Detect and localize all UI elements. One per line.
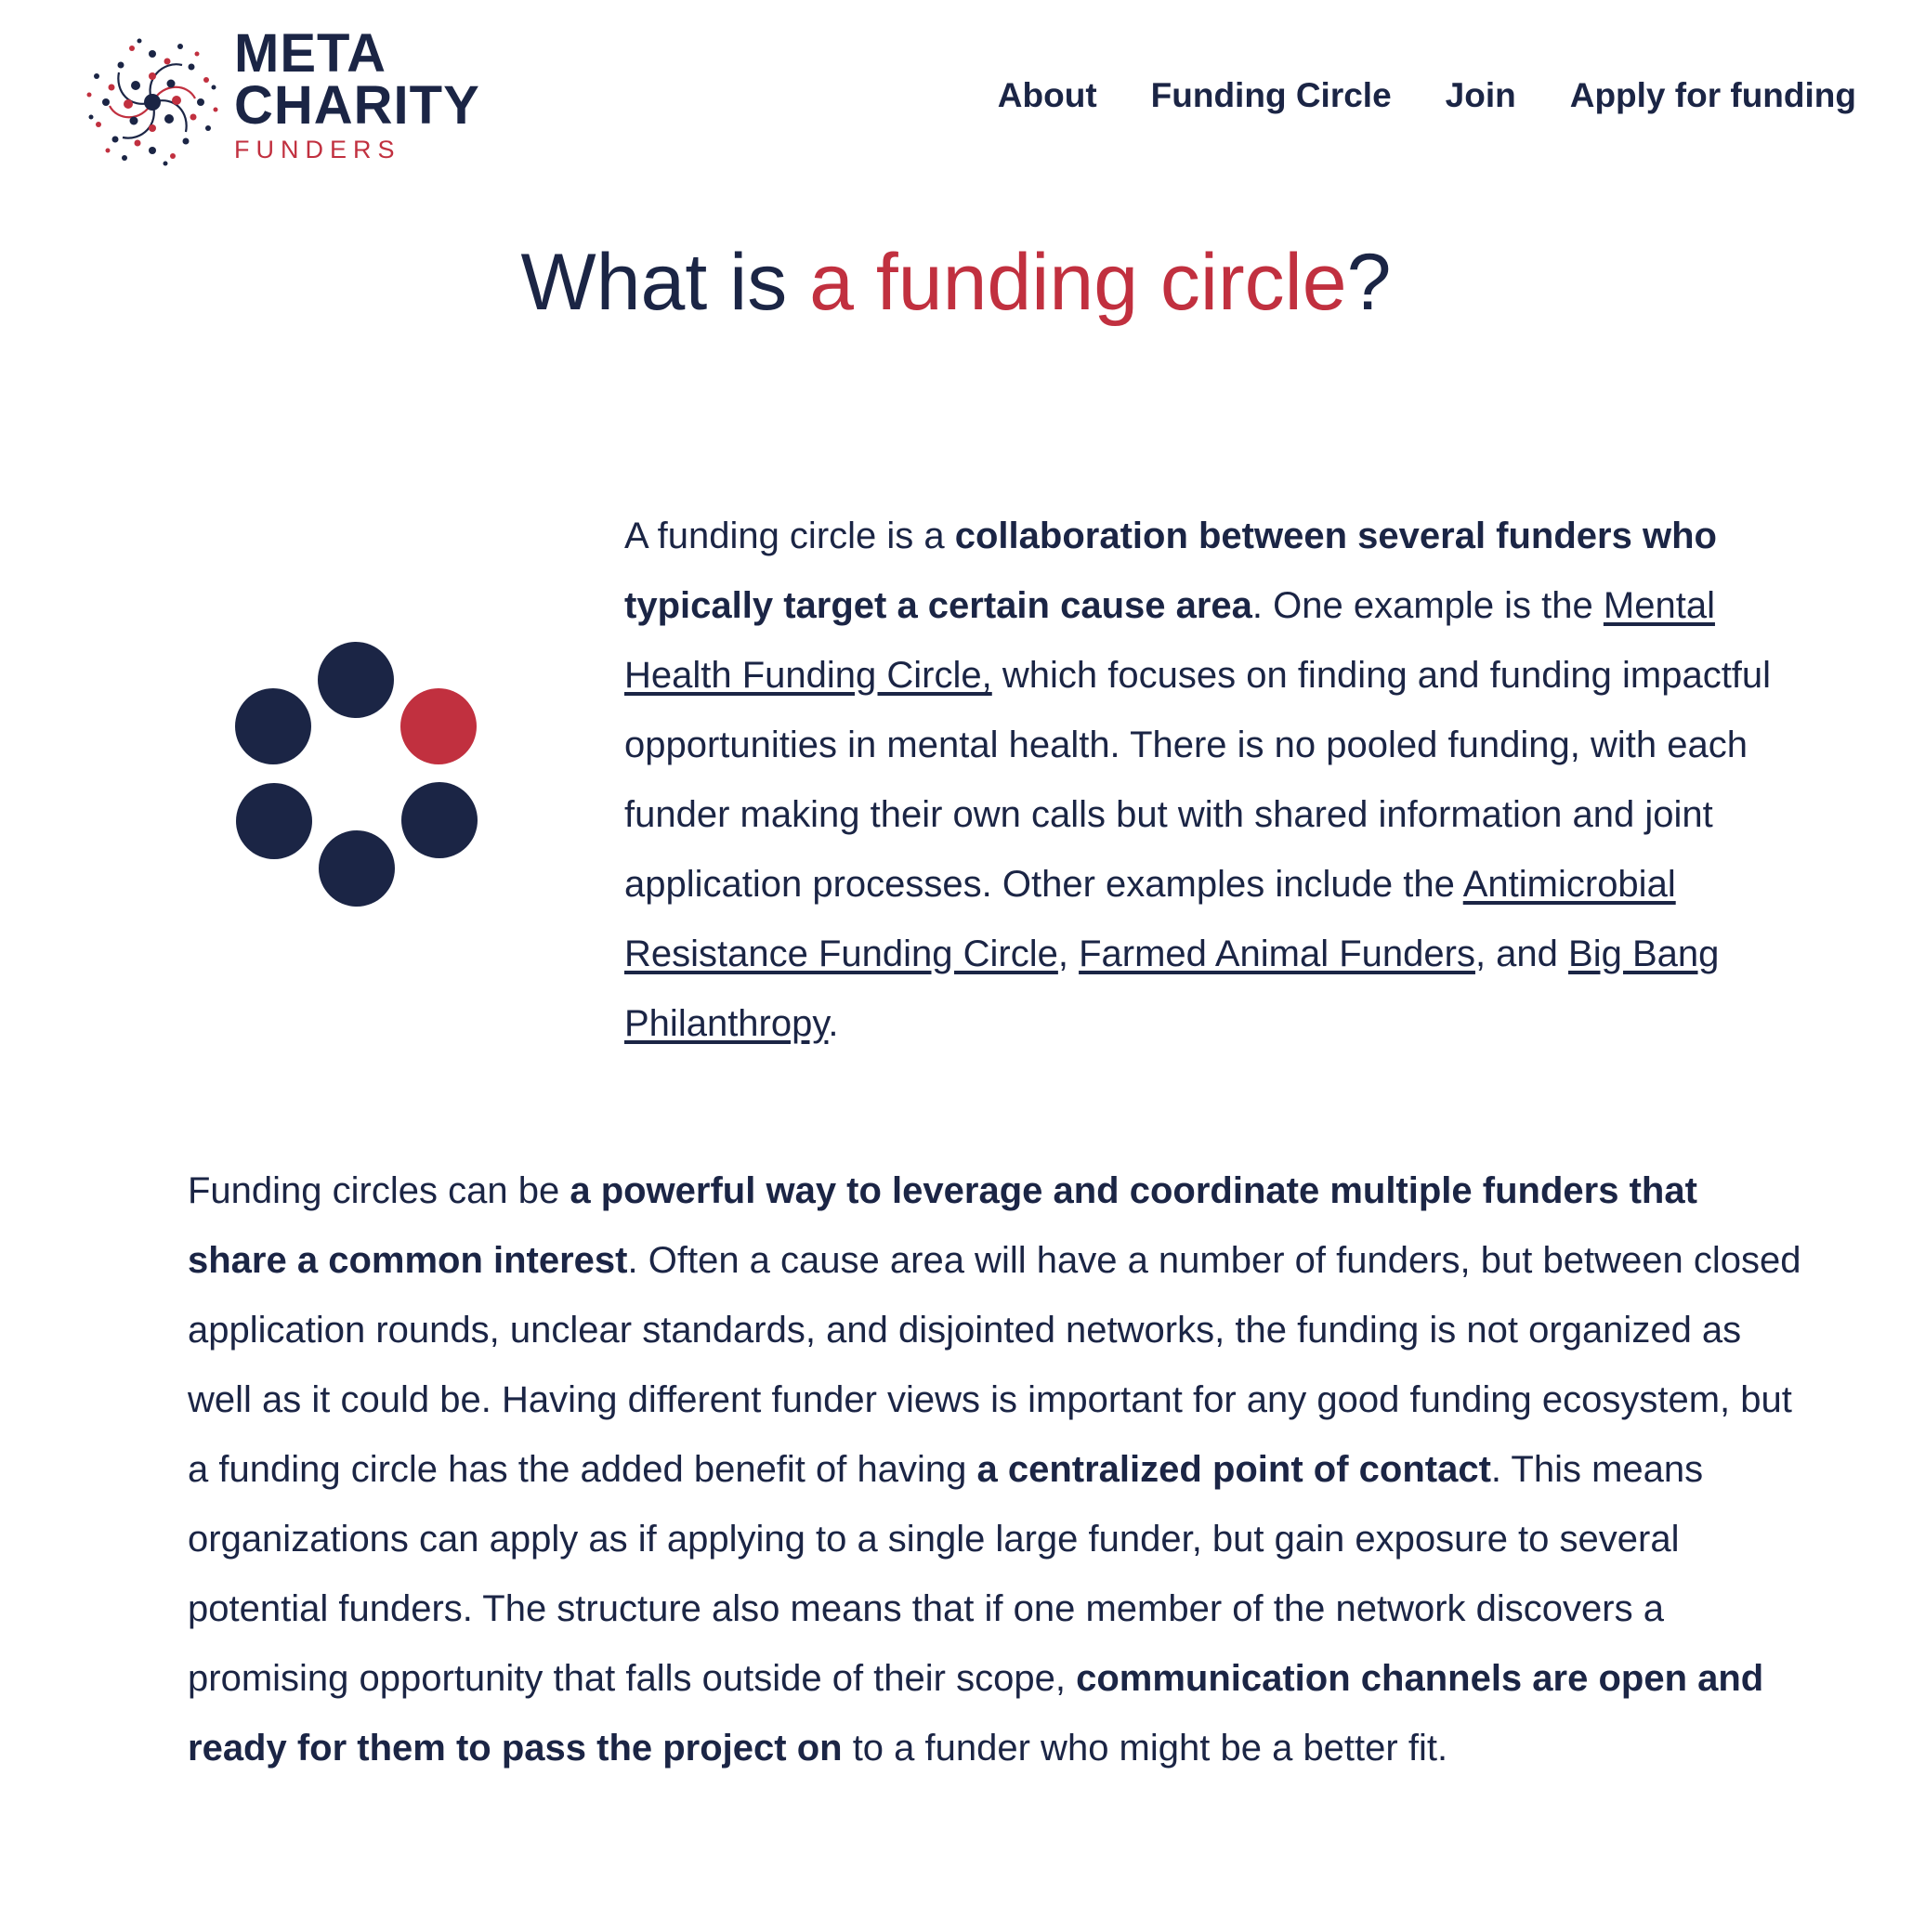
- page-title: What is a funding circle?: [0, 237, 1912, 329]
- intro-text-6: .: [828, 1003, 839, 1044]
- nav-funding-circle[interactable]: Funding Circle: [1151, 76, 1392, 115]
- benefits-paragraph: Funding circles can be a powerful way to…: [188, 1156, 1804, 1783]
- nav-apply-for-funding[interactable]: Apply for funding: [1570, 76, 1856, 115]
- nav-about[interactable]: About: [998, 76, 1097, 115]
- title-part1: What is: [520, 238, 810, 327]
- intro-text-2: . One example is the: [1251, 585, 1604, 626]
- site-logo[interactable]: META CHARITY FUNDERS: [78, 23, 487, 176]
- body-text-1: Funding circles can be: [188, 1170, 570, 1211]
- body-bold-2: a centralized point of contact: [976, 1449, 1491, 1490]
- title-accent: a funding circle: [809, 238, 1347, 327]
- logo-line-meta: META: [234, 23, 387, 84]
- intro-paragraph: A funding circle is a collaboration betw…: [624, 502, 1832, 1059]
- intro-text-4: ,: [1057, 933, 1080, 974]
- main-nav: About Funding Circle Join Apply for fund…: [944, 76, 1856, 115]
- nav-join[interactable]: Join: [1446, 76, 1516, 115]
- logo-dots-icon: [86, 38, 218, 166]
- title-part2: ?: [1346, 238, 1392, 327]
- intro-text-1: A funding circle is a: [624, 516, 955, 556]
- intro-text-5: , and: [1474, 933, 1569, 974]
- logo-line-charity: CHARITY: [234, 75, 480, 136]
- logo-line-funders: FUNDERS: [234, 136, 401, 163]
- site-header: META CHARITY FUNDERS About Funding Circl…: [0, 0, 1912, 186]
- funding-circle-dots-icon: [235, 642, 478, 907]
- body-text-4: to a funder who might be a better fit.: [842, 1728, 1448, 1769]
- logo-wordmark: META CHARITY FUNDERS: [234, 23, 480, 164]
- link-farmed-animal-funders[interactable]: Farmed Animal Funders: [1079, 933, 1475, 974]
